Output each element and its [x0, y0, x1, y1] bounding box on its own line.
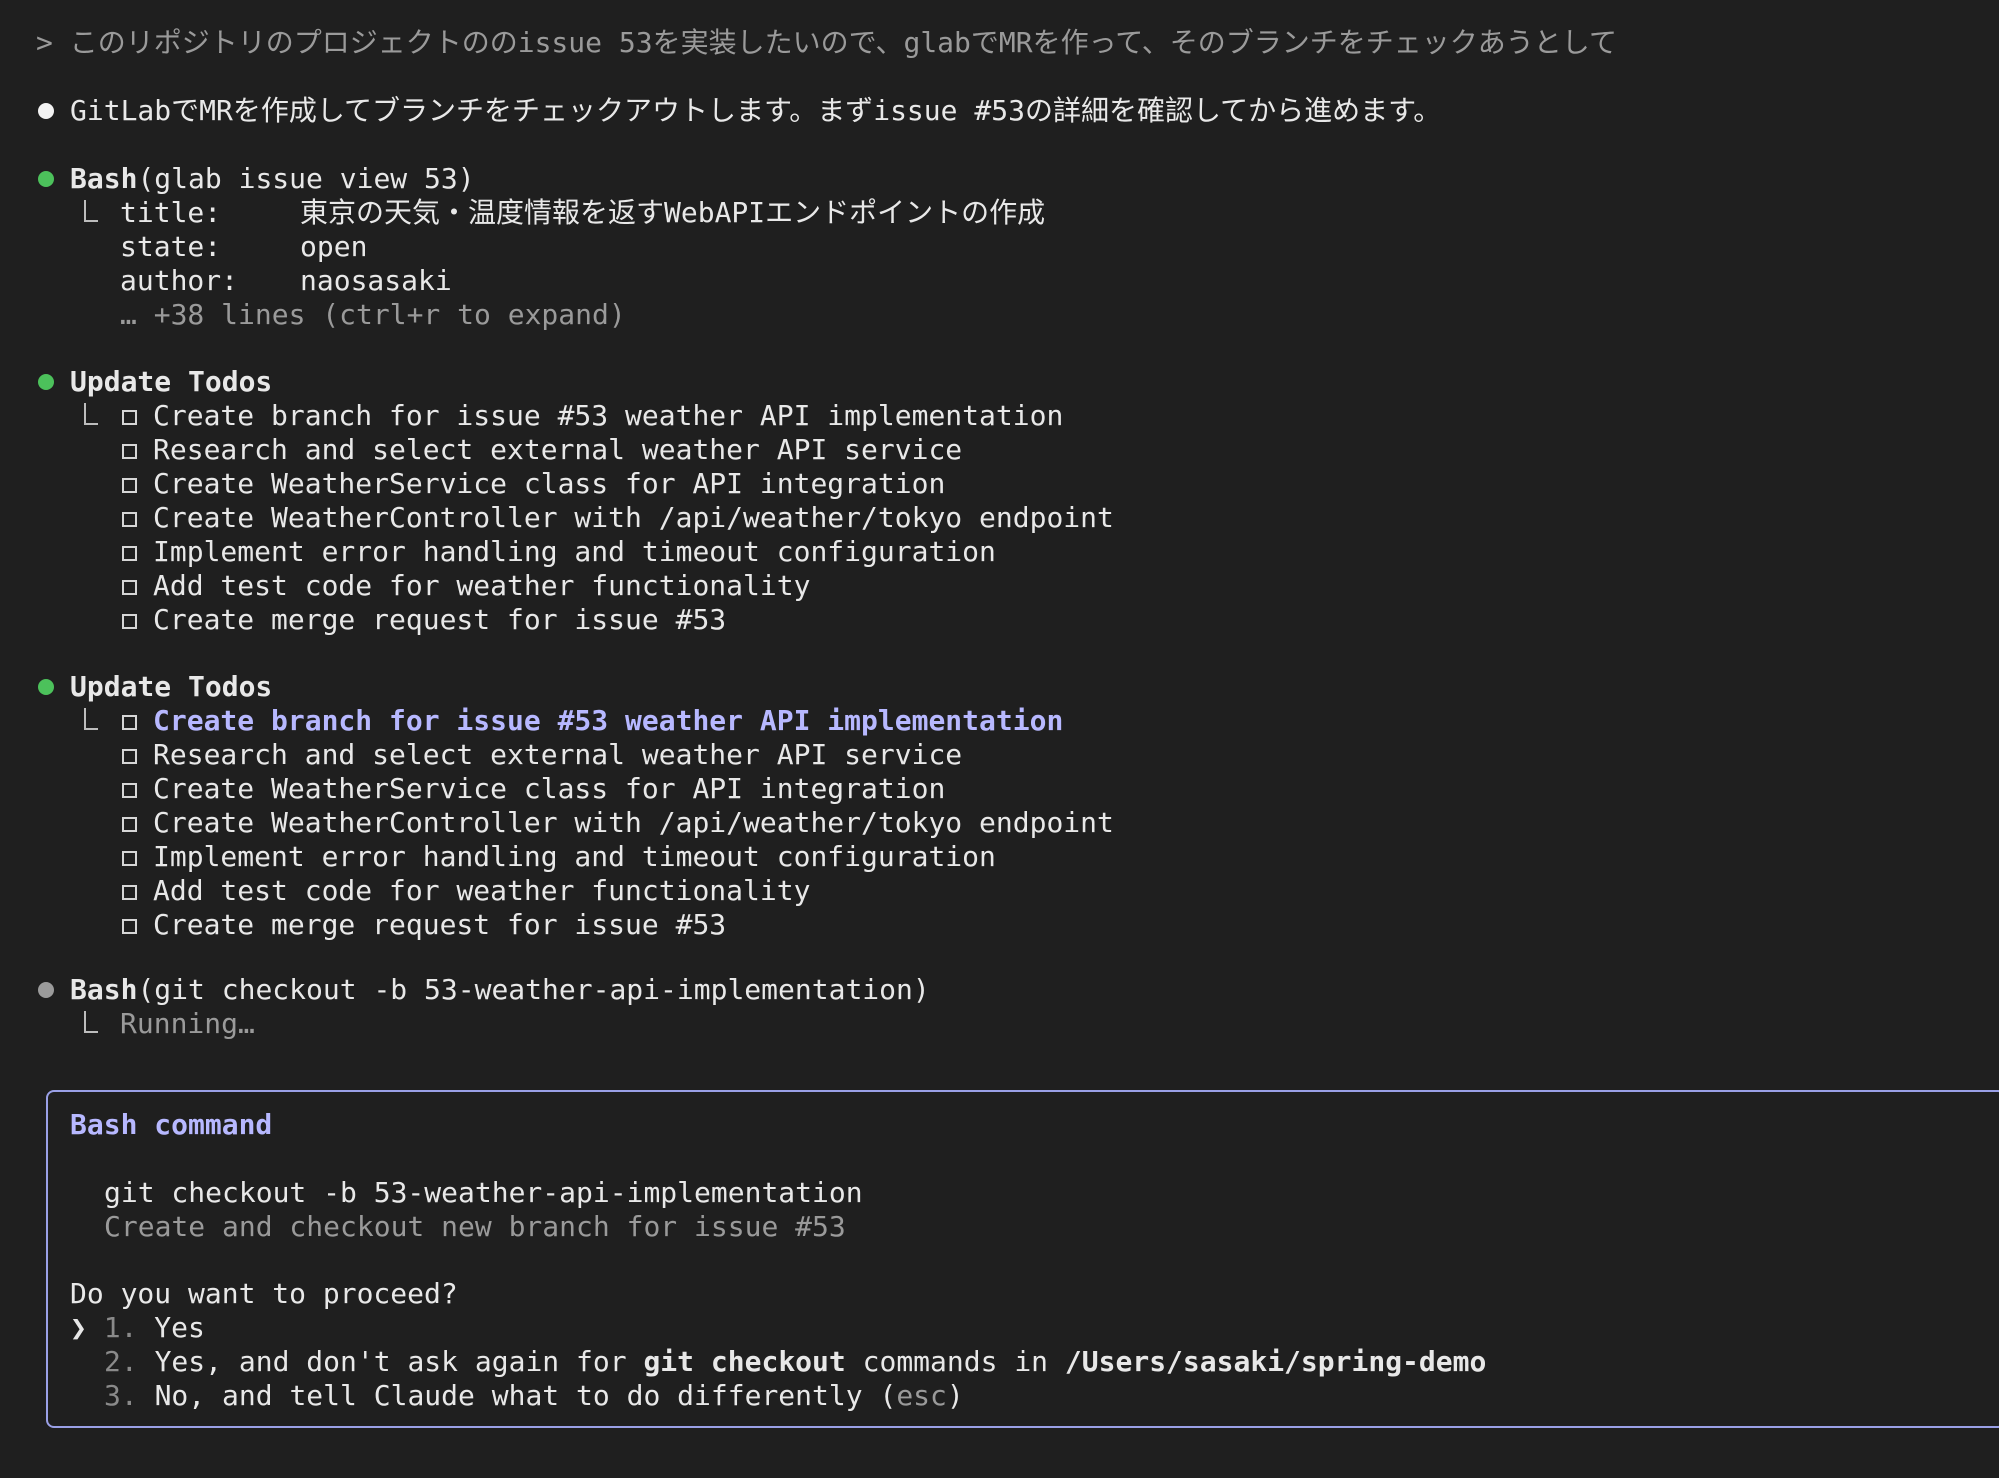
checkbox-icon — [122, 614, 137, 629]
todo-item: Add test code for weather functionality — [153, 569, 811, 602]
checkbox-icon — [122, 783, 137, 798]
issue-title-value: 東京の天気・温度情報を返すWebAPIエンドポイントの作成 — [300, 196, 1046, 229]
checkbox-icon — [122, 885, 137, 900]
success-bullet-icon — [38, 171, 54, 187]
dialog-title: Bash command — [70, 1108, 273, 1141]
todo-item: Create WeatherService class for API inte… — [153, 772, 946, 805]
option-label: Yes, and don't ask again for — [154, 1345, 644, 1378]
tool-call-issue-view: Bash(glab issue view 53) — [70, 162, 475, 196]
prompt-marker: > — [36, 26, 53, 59]
todo-item: Create merge request for issue #53 — [153, 908, 727, 941]
todo-item: Implement error handling and timeout con… — [153, 840, 996, 873]
issue-state-value: open — [300, 230, 368, 263]
todo-item: Create WeatherService class for API inte… — [153, 467, 946, 500]
todo-item: Implement error handling and timeout con… — [153, 535, 996, 568]
checkbox-icon — [122, 851, 137, 866]
running-status: Running… — [120, 1007, 255, 1040]
option-label-mid: commands in — [845, 1345, 1065, 1378]
dialog-command: git checkout -b 53-weather-api-implement… — [104, 1176, 863, 1209]
option-label: No, and tell Claude what to do different… — [154, 1379, 897, 1412]
checkbox-icon — [122, 512, 137, 527]
tree-elbow-icon — [84, 708, 98, 730]
option-number: 2. — [104, 1345, 138, 1378]
option-yes-dont-ask[interactable]: 2. Yes, and don't ask again for git chec… — [104, 1345, 1486, 1379]
tree-elbow-icon — [84, 200, 98, 222]
selection-cursor-icon: ❯ — [70, 1311, 87, 1344]
tree-elbow-icon — [84, 1011, 98, 1033]
todo-item-active: Create branch for issue #53 weather API … — [153, 704, 1064, 737]
expand-hint[interactable]: … +38 lines (ctrl+r to expand) — [120, 298, 626, 332]
todo-item: Add test code for weather functionality — [153, 874, 811, 907]
todo-item: Create WeatherController with /api/weath… — [153, 806, 1114, 839]
issue-author-key: author: — [120, 264, 239, 297]
option-path: /Users/sasaki/spring-demo — [1064, 1345, 1487, 1378]
option-label-end: ) — [946, 1379, 964, 1412]
tool-args: (git checkout -b 53-weather-api-implemen… — [137, 973, 930, 1006]
checkbox-icon — [122, 715, 137, 730]
todo-item: Research and select external weather API… — [153, 433, 963, 466]
success-bullet-icon — [38, 679, 54, 695]
dialog-question: Do you want to proceed? — [70, 1277, 458, 1310]
issue-title-key: title: — [120, 196, 222, 229]
user-prompt: > このリポジトリのプロジェクトののissue 53を実装したいので、glabで… — [36, 26, 1617, 60]
option-command: git checkout — [643, 1345, 846, 1378]
checkbox-icon — [122, 749, 137, 764]
option-label: Yes — [154, 1311, 205, 1344]
option-yes[interactable]: ❯ 1. Yes — [70, 1311, 205, 1345]
tool-name: Bash — [70, 162, 138, 195]
message-bullet-icon — [38, 103, 54, 119]
checkbox-icon — [122, 580, 137, 595]
checkbox-icon — [122, 919, 137, 934]
tree-elbow-icon — [84, 403, 98, 425]
pending-bullet-icon — [38, 982, 54, 998]
todo-item: Create merge request for issue #53 — [153, 603, 727, 636]
checkbox-icon — [122, 410, 137, 425]
todos-title: Update Todos — [70, 670, 273, 703]
checkbox-icon — [122, 546, 137, 561]
tool-name: Bash — [70, 973, 138, 1006]
checkbox-icon — [122, 478, 137, 493]
todo-item: Create WeatherController with /api/weath… — [153, 501, 1114, 534]
option-number: 3. — [104, 1379, 138, 1412]
prompt-text: このリポジトリのプロジェクトののissue 53を実装したいので、glabでMR… — [69, 26, 1617, 59]
todo-item: Research and select external weather API… — [153, 738, 963, 771]
assistant-message: GitLabでMRを作成してブランチをチェックアウトします。まずissue #5… — [70, 94, 1442, 127]
dialog-description: Create and checkout new branch for issue… — [104, 1210, 846, 1243]
issue-author-value: naosasaki — [300, 264, 452, 297]
tool-call-checkout: Bash(git checkout -b 53-weather-api-impl… — [70, 973, 930, 1007]
checkbox-icon — [122, 444, 137, 459]
todos-title: Update Todos — [70, 365, 273, 398]
success-bullet-icon — [38, 374, 54, 390]
option-number: 1. — [103, 1311, 138, 1344]
issue-state-key: state: — [120, 230, 222, 263]
checkbox-icon — [122, 817, 137, 832]
option-no[interactable]: 3. No, and tell Claude what to do differ… — [104, 1379, 964, 1413]
option-key: esc — [896, 1379, 947, 1412]
todo-item: Create branch for issue #53 weather API … — [153, 399, 1064, 432]
tool-args: (glab issue view 53) — [137, 162, 475, 195]
